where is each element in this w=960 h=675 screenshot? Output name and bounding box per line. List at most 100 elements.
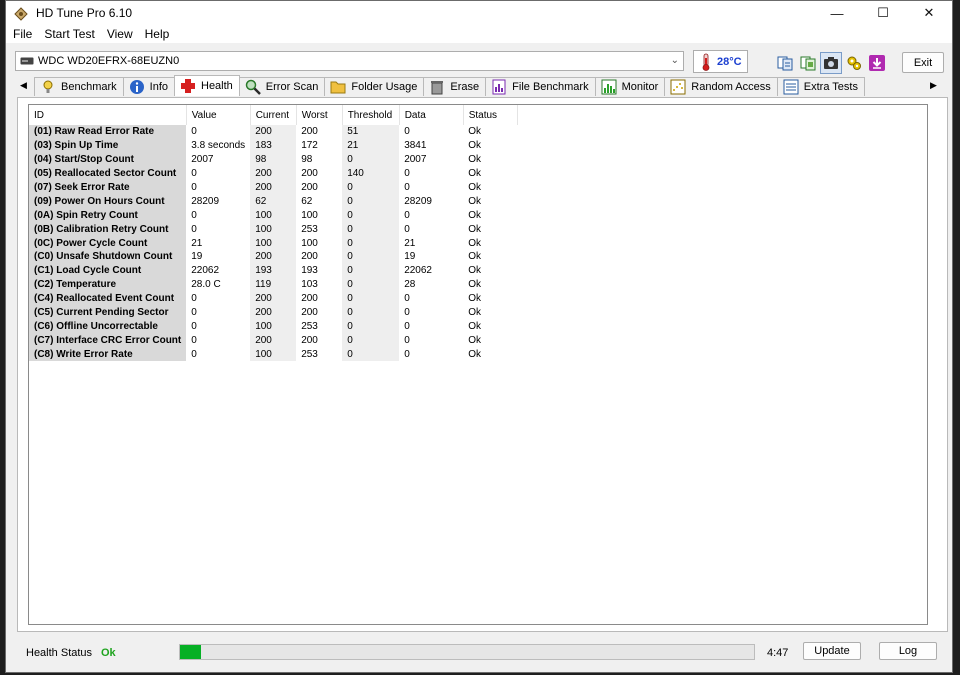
maximize-button[interactable]: ☐: [860, 1, 906, 25]
column-header-id[interactable]: ID: [29, 105, 187, 125]
cell-worst: 200: [301, 182, 318, 193]
temperature-display: 28°C: [693, 50, 748, 73]
tab-file-benchmark[interactable]: File Benchmark: [485, 77, 596, 96]
extra-tests-icon: [783, 79, 799, 95]
cell-worst: 253: [301, 348, 318, 360]
tab-folder-usage[interactable]: Folder Usage: [324, 77, 425, 96]
app-window: HD Tune Pro 6.10 — ☐ ✕ File Start Test V…: [5, 0, 953, 673]
column-header-data[interactable]: Data: [399, 105, 464, 125]
cell-data: 2007: [404, 154, 427, 166]
gears-icon: [847, 56, 861, 70]
cell-status: Ok: [468, 265, 481, 277]
menu-bar: File Start Test View Help: [6, 25, 952, 43]
tab-info[interactable]: Info: [122, 77, 175, 96]
update-button[interactable]: Update: [803, 642, 861, 660]
column-header-threshold[interactable]: Threshold: [342, 105, 400, 125]
cell-current: 200: [250, 333, 297, 348]
tab-random-access[interactable]: Random Access: [664, 77, 778, 96]
table-row[interactable]: (07) Seek Error Rate 0 200 200 0 0 Ok: [29, 180, 517, 195]
table-row[interactable]: (0B) Calibration Retry Count 0 100 253 0 0 Ok: [29, 222, 517, 237]
column-header-value[interactable]: Value: [186, 105, 251, 125]
cell-data: 3841: [404, 140, 427, 152]
tab-benchmark[interactable]: Benchmark: [34, 77, 124, 96]
drive-select[interactable]: WDC WD20EFRX-68EUZN0 ⌄: [15, 51, 684, 71]
tab-scroll-right-icon[interactable]: ▶: [930, 80, 937, 91]
tab-health[interactable]: Health: [174, 75, 240, 96]
drive-name: WDC WD20EFRX-68EUZN0: [38, 55, 180, 67]
cell-value: 28.0 C: [191, 279, 221, 291]
menu-file[interactable]: File: [6, 27, 38, 41]
tab-monitor[interactable]: Monitor: [594, 77, 666, 96]
cell-data: 0: [404, 348, 410, 360]
cell-status: Ok: [468, 209, 481, 221]
tab-scroll-left-icon[interactable]: ◀: [20, 80, 27, 91]
copy-text-icon: [777, 56, 793, 71]
menu-view[interactable]: View: [101, 27, 139, 41]
table-row[interactable]: (05) Reallocated Sector Count 0 200 200 140 0…: [29, 166, 517, 181]
options-button[interactable]: [843, 52, 865, 74]
save-button[interactable]: [866, 52, 888, 74]
table-row[interactable]: (03) Spin Up Time 3.8 seconds 183 172 21 3841…: [29, 138, 517, 153]
cell-value: 19: [191, 251, 203, 263]
cell-value: 0: [191, 223, 197, 235]
table-row[interactable]: (C8) Write Error Rate 0 100 253 0 0 Ok: [29, 347, 517, 362]
hd-tune-app-icon: [14, 7, 28, 21]
cell-status: Ok: [468, 154, 481, 166]
table-row[interactable]: (0C) Power Cycle Count 21 100 100 0 21 Ok: [29, 236, 517, 251]
cell-value: 0: [191, 320, 197, 332]
thermometer-icon: [702, 53, 710, 71]
table-header-row: ID Value Current Worst Threshold Data Status: [29, 105, 518, 125]
cell-worst: 100: [301, 209, 318, 221]
table-row[interactable]: (C5) Current Pending Sector 0 200 200 0 0 Ok: [29, 305, 517, 320]
cell-data: 28209: [404, 195, 432, 207]
cell-current: 193: [250, 263, 297, 278]
tab-label: Monitor: [621, 81, 659, 93]
title-bar[interactable]: HD Tune Pro 6.10 — ☐ ✕: [6, 1, 952, 25]
copy-text-button[interactable]: [774, 52, 796, 74]
table-row[interactable]: (01) Raw Read Error Rate 0 200 200 51 0 Ok: [29, 125, 517, 139]
cell-worst: 62: [301, 195, 313, 207]
copy-screenshot-button[interactable]: [797, 52, 819, 74]
table-row[interactable]: (C1) Load Cycle Count 22062 193 193 0 22062 Ok: [29, 263, 517, 278]
chevron-down-icon[interactable]: ⌄: [671, 55, 679, 66]
column-header-status[interactable]: Status: [463, 105, 518, 125]
table-row[interactable]: (C0) Unsafe Shutdown Count 19 200 200 0 19 Ok: [29, 250, 517, 264]
tab-bar: ◀ Benchmark Info Health Error Scan Folder Us…: [6, 75, 952, 97]
table-row[interactable]: (C2) Temperature 28.0 C 119 103 0 28 Ok: [29, 277, 517, 292]
temperature-value: 28°C: [717, 55, 742, 68]
progress-bar: [179, 644, 755, 660]
table-row[interactable]: (C4) Reallocated Event Count 0 200 200 0 0 Ok: [29, 291, 517, 306]
tab-label: Extra Tests: [803, 81, 858, 93]
cell-value: 0: [191, 307, 197, 319]
menu-start-test[interactable]: Start Test: [38, 27, 100, 41]
cell-threshold: 0: [342, 305, 400, 320]
cell-status: Ok: [468, 237, 481, 249]
table-row[interactable]: (0A) Spin Retry Count 0 100 100 0 0 Ok: [29, 208, 517, 223]
cell-threshold: 0: [342, 152, 400, 167]
cell-value: 0: [191, 209, 197, 221]
column-header-worst[interactable]: Worst: [296, 105, 343, 125]
cell-status: Ok: [468, 182, 481, 193]
column-header-current[interactable]: Current: [250, 105, 297, 125]
table-row[interactable]: (09) Power On Hours Count 28209 62 62 0 28209…: [29, 194, 517, 209]
close-button[interactable]: ✕: [906, 1, 952, 25]
cell-current: 200: [250, 250, 297, 264]
cell-current: 200: [250, 180, 297, 195]
tab-erase[interactable]: Erase: [423, 77, 487, 96]
cell-id: (0C) Power Cycle Count: [29, 236, 187, 251]
minimize-button[interactable]: —: [814, 1, 860, 25]
cell-data: 0: [404, 223, 410, 235]
cell-status: Ok: [468, 293, 481, 305]
table-row[interactable]: (04) Start/Stop Count 2007 98 98 0 2007 Ok: [29, 152, 517, 167]
log-button[interactable]: Log: [879, 642, 937, 660]
cell-worst: 253: [301, 223, 318, 235]
tab-extra-tests[interactable]: Extra Tests: [776, 77, 865, 96]
tab-error-scan[interactable]: Error Scan: [238, 77, 326, 96]
cell-worst: 172: [301, 140, 318, 152]
table-row[interactable]: (C7) Interface CRC Error Count 0 200 200 0 0 O…: [29, 333, 517, 348]
smart-attributes-table[interactable]: ID Value Current Worst Threshold Data Status (…: [28, 104, 928, 625]
menu-help[interactable]: Help: [139, 27, 176, 41]
screenshot-button[interactable]: [820, 52, 842, 74]
exit-button[interactable]: Exit: [902, 52, 944, 73]
table-row[interactable]: (C6) Offline Uncorrectable 0 100 253 0 0 Ok: [29, 319, 517, 334]
